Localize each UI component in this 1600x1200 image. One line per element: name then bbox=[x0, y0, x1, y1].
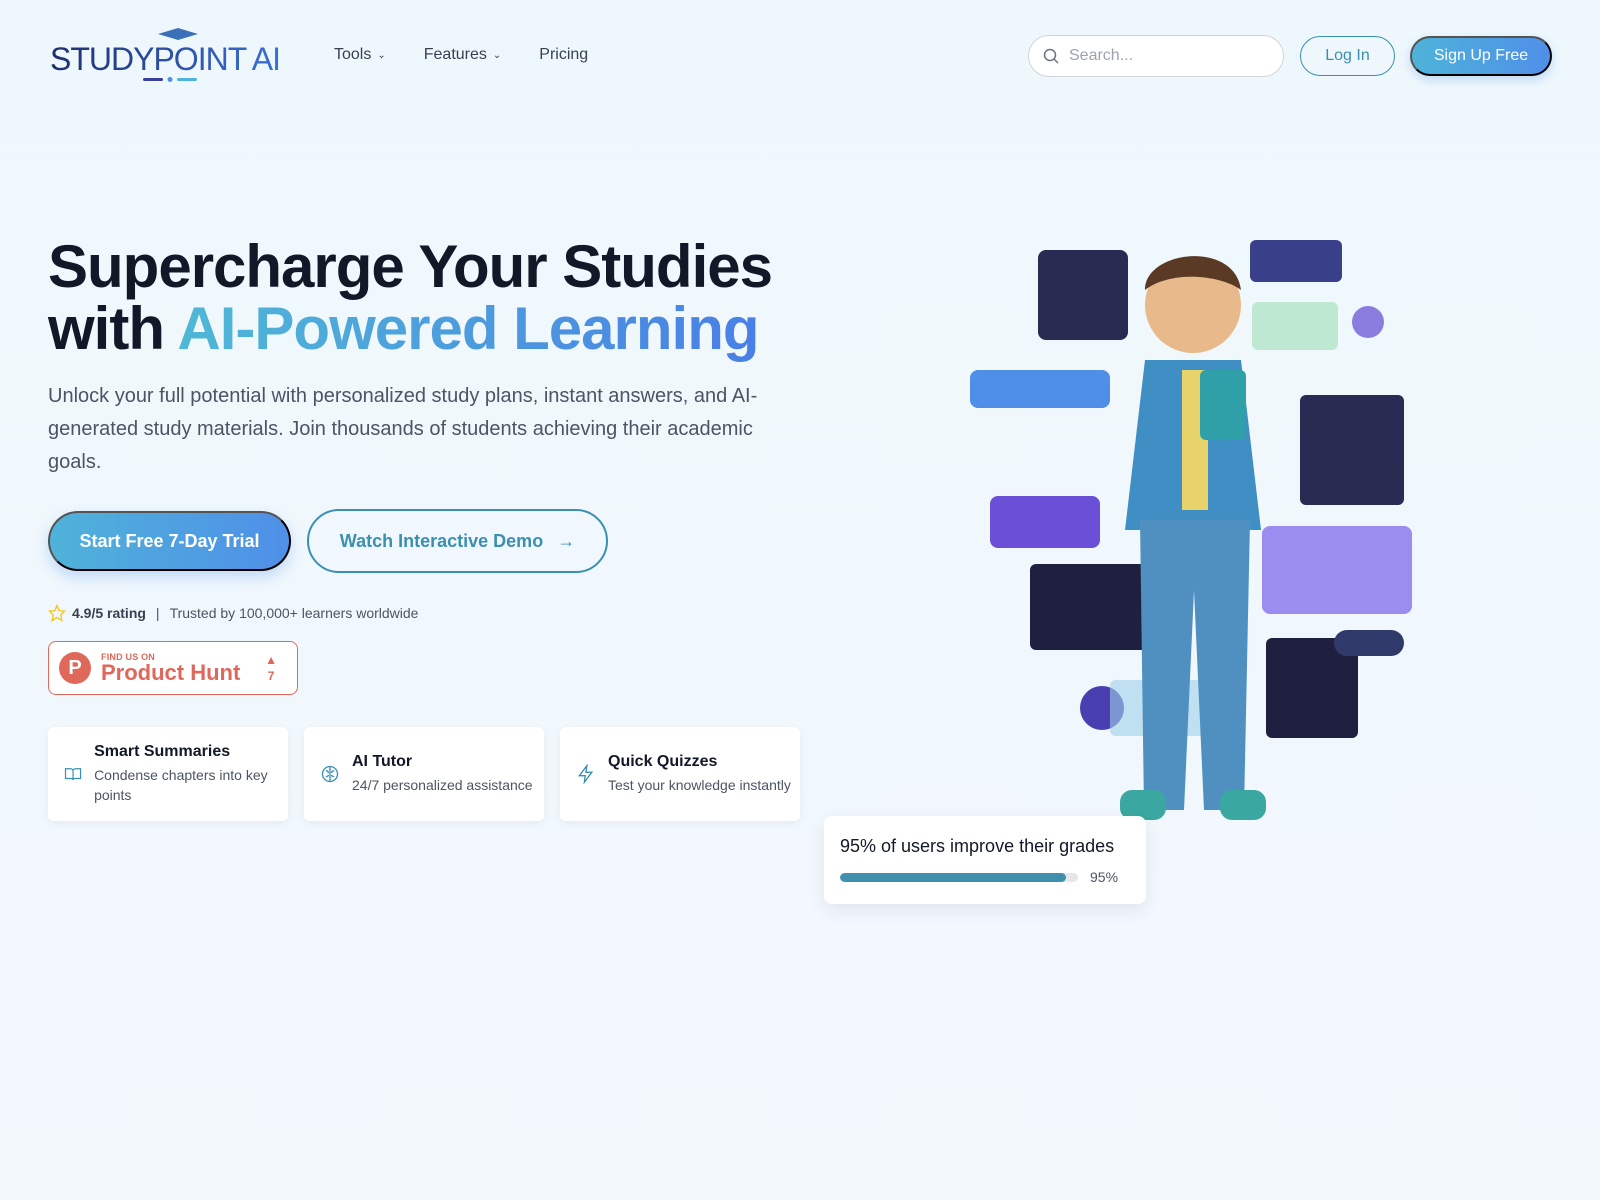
product-hunt-logo: P bbox=[59, 652, 91, 684]
nav-pricing[interactable]: Pricing bbox=[539, 46, 588, 64]
grade-improvement-card: 95% of users improve their grades 95% bbox=[824, 816, 1146, 904]
progress-bar bbox=[840, 872, 1078, 882]
hero-title: Supercharge Your Studies with AI-Powered … bbox=[48, 233, 773, 362]
studypoint-logo[interactable]: STUDYPOINT AI bbox=[48, 26, 298, 86]
start-trial-button[interactable]: Start Free 7-Day Trial bbox=[48, 511, 291, 571]
login-button[interactable]: Log In bbox=[1300, 36, 1395, 76]
arrow-right-icon: → bbox=[557, 530, 576, 551]
search-box[interactable] bbox=[1028, 35, 1284, 77]
watch-demo-button[interactable]: Watch Interactive Demo → bbox=[307, 509, 608, 573]
nav-features[interactable]: Features ⌄ bbox=[424, 46, 502, 64]
upvote-icon: ▲ bbox=[265, 653, 277, 667]
progress-fill bbox=[840, 872, 1067, 882]
search-icon bbox=[1043, 48, 1059, 64]
product-hunt-badge[interactable]: P FIND US ON Product Hunt ▲ 7 bbox=[48, 641, 298, 695]
brain-icon bbox=[321, 765, 339, 783]
svg-text:STUDYPOINT AI: STUDYPOINT AI bbox=[50, 41, 280, 77]
chevron-down-icon: ⌄ bbox=[377, 49, 386, 61]
hero-subtitle: Unlock your full potential with personal… bbox=[48, 385, 758, 473]
rating-row: 4.9/5 rating | Trusted by 100,000+ learner… bbox=[48, 604, 418, 622]
book-open-icon bbox=[64, 768, 82, 781]
feature-card-ai-tutor[interactable]: AI Tutor 24/7 personalized assistance bbox=[304, 727, 544, 821]
feature-card-smart-summaries[interactable]: Smart Summaries Condense chapters into ke… bbox=[48, 727, 288, 821]
search-input[interactable] bbox=[1069, 47, 1259, 65]
star-icon bbox=[48, 604, 66, 622]
lightning-icon bbox=[578, 764, 594, 784]
top-nav: STUDYPOINT AI Tools⌄ Features⌄ Pricing L… bbox=[0, 0, 1600, 112]
feature-card-quick-quizzes[interactable]: Quick Quizzes Test your knowledge instant… bbox=[560, 727, 800, 821]
nav-tools[interactable]: Tools ⌄ bbox=[334, 46, 386, 64]
chevron-down-icon: ⌄ bbox=[492, 49, 502, 61]
signup-button[interactable]: Sign Up Free bbox=[1410, 36, 1552, 76]
student-illustration bbox=[970, 240, 1412, 820]
